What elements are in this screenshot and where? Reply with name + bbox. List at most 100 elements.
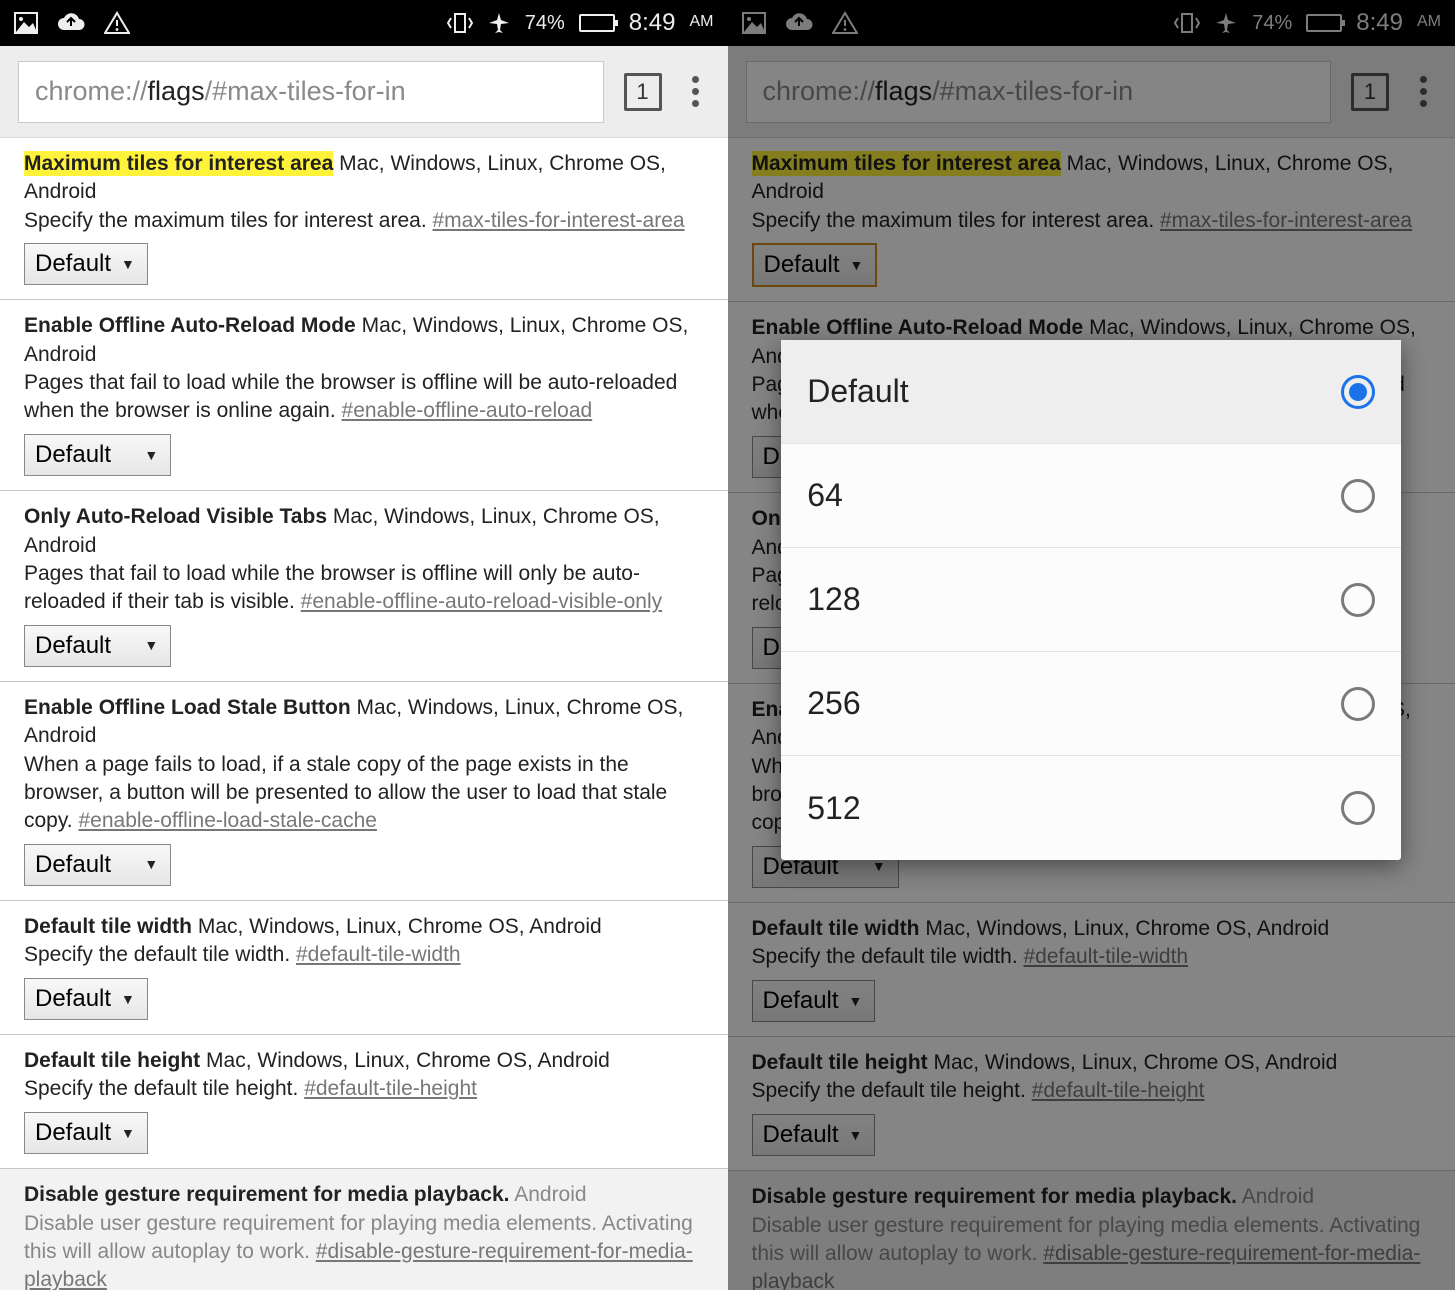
flag-select[interactable]: Default ▼ bbox=[24, 434, 171, 476]
flag-link[interactable]: #default-tile-width bbox=[296, 943, 461, 966]
dropdown-icon: ▼ bbox=[872, 857, 886, 876]
flag-select[interactable]: Default▼ bbox=[24, 978, 148, 1020]
dropdown-icon: ▼ bbox=[849, 992, 863, 1011]
flag-title: Only Auto-Reload Visible Tabs bbox=[24, 505, 327, 528]
flag-title: Default tile width bbox=[752, 917, 920, 940]
picture-icon bbox=[14, 12, 38, 34]
flags-list[interactable]: Maximum tiles for interest area Mac, Win… bbox=[0, 138, 728, 1290]
cloud-upload-icon bbox=[784, 12, 814, 34]
screenshot-left: 74% 8:49 AM chrome://flags/#max-tiles-fo… bbox=[0, 0, 728, 1290]
flag-tile-height: Default tile height Mac, Windows, Linux,… bbox=[728, 1037, 1455, 1171]
flag-link[interactable]: #default-tile-width bbox=[1024, 945, 1189, 968]
flag-description: Specify the maximum tiles for interest a… bbox=[752, 209, 1155, 232]
tab-switcher[interactable]: 1 bbox=[1351, 73, 1389, 111]
flag-link[interactable]: #enable-offline-load-stale-cache bbox=[78, 809, 376, 832]
airplane-icon bbox=[487, 11, 511, 35]
vibrate-icon bbox=[447, 11, 473, 35]
browser-toolbar: chrome://flags/#max-tiles-for-in 1 bbox=[728, 46, 1455, 138]
overflow-menu-icon[interactable] bbox=[682, 76, 710, 107]
dropdown-icon: ▼ bbox=[144, 636, 158, 655]
flag-tile-width: Default tile width Mac, Windows, Linux, … bbox=[0, 901, 728, 1035]
flag-title: Maximum tiles for interest area bbox=[24, 151, 333, 176]
dialog-option-64[interactable]: 64 bbox=[781, 444, 1401, 548]
flag-select-value: Default bbox=[763, 985, 839, 1017]
dropdown-icon: ▼ bbox=[121, 1124, 135, 1143]
flag-title: Default tile height bbox=[752, 1051, 928, 1074]
flag-link[interactable]: #max-tiles-for-interest-area bbox=[433, 209, 685, 232]
flag-select[interactable]: Default ▼ bbox=[24, 844, 171, 886]
flag-select[interactable]: Default▼ bbox=[752, 243, 878, 287]
warning-icon bbox=[104, 11, 130, 35]
flag-select[interactable]: Default ▼ bbox=[24, 625, 171, 667]
status-ampm: AM bbox=[690, 13, 714, 31]
airplane-icon bbox=[1214, 11, 1238, 35]
flag-platforms: Mac, Windows, Linux, Chrome OS, Android bbox=[206, 1049, 610, 1072]
flag-tile-width: Default tile width Mac, Windows, Linux, … bbox=[728, 903, 1455, 1037]
flag-select[interactable]: Default▼ bbox=[24, 243, 148, 285]
picture-icon bbox=[742, 12, 766, 34]
flag-select-value: Default bbox=[35, 849, 111, 881]
dialog-option-128[interactable]: 128 bbox=[781, 548, 1401, 652]
cloud-upload-icon bbox=[56, 12, 86, 34]
radio-icon bbox=[1341, 791, 1375, 825]
flag-link[interactable]: #enable-offline-auto-reload bbox=[342, 399, 593, 422]
flag-select-value: Default bbox=[35, 439, 111, 471]
flag-link[interactable]: #default-tile-height bbox=[304, 1077, 477, 1100]
flag-offline-stale: Enable Offline Load Stale Button Mac, Wi… bbox=[0, 682, 728, 901]
flag-platforms: Android bbox=[1242, 1185, 1314, 1208]
flag-select-value: Default bbox=[35, 983, 111, 1015]
dialog-option-label: 128 bbox=[807, 581, 860, 618]
flag-offline-auto-reload: Enable Offline Auto-Reload Mode Mac, Win… bbox=[0, 300, 728, 491]
overflow-menu-icon[interactable] bbox=[1409, 76, 1437, 107]
dialog-option-label: 512 bbox=[807, 790, 860, 827]
tab-switcher[interactable]: 1 bbox=[624, 73, 662, 111]
status-ampm: AM bbox=[1417, 13, 1441, 31]
url-suffix: /#max-tiles-for-in bbox=[932, 76, 1133, 107]
browser-toolbar: chrome://flags/#max-tiles-for-in 1 bbox=[0, 46, 728, 138]
flag-platforms: Mac, Windows, Linux, Chrome OS, Android bbox=[198, 915, 602, 938]
radio-icon bbox=[1341, 687, 1375, 721]
dialog-option-default[interactable]: Default bbox=[781, 340, 1401, 444]
omnibox[interactable]: chrome://flags/#max-tiles-for-in bbox=[18, 61, 604, 123]
flag-max-tiles: Maximum tiles for interest area Mac, Win… bbox=[0, 138, 728, 300]
dropdown-icon: ▼ bbox=[144, 446, 158, 465]
flag-platforms: Mac, Windows, Linux, Chrome OS, Android bbox=[934, 1051, 1338, 1074]
flag-title: Maximum tiles for interest area bbox=[752, 151, 1061, 176]
flag-select[interactable]: Default ▼ bbox=[24, 1112, 148, 1154]
flag-description: Specify the default tile width. bbox=[24, 943, 290, 966]
flag-select-value: Default bbox=[35, 1117, 111, 1149]
flag-link[interactable]: #default-tile-height bbox=[1032, 1079, 1205, 1102]
flag-auto-reload-visible: Only Auto-Reload Visible Tabs Mac, Windo… bbox=[0, 491, 728, 682]
url-suffix: /#max-tiles-for-in bbox=[205, 76, 406, 107]
omnibox[interactable]: chrome://flags/#max-tiles-for-in bbox=[746, 61, 1332, 123]
flag-platforms: Android bbox=[514, 1183, 586, 1206]
flag-tile-height: Default tile height Mac, Windows, Linux,… bbox=[0, 1035, 728, 1169]
flag-select-value: Default bbox=[35, 630, 111, 662]
select-dialog: Default 64 128 256 512 bbox=[781, 340, 1401, 860]
flag-title: Enable Offline Load Stale Button bbox=[24, 696, 351, 719]
flag-disable-gesture: Disable gesture requirement for media pl… bbox=[728, 1171, 1455, 1290]
radio-icon bbox=[1341, 479, 1375, 513]
flag-title: Default tile height bbox=[24, 1049, 200, 1072]
flag-description: Specify the default tile height. bbox=[24, 1077, 298, 1100]
flag-select[interactable]: Default▼ bbox=[752, 1114, 876, 1156]
flag-description: Specify the default tile width. bbox=[752, 945, 1018, 968]
flag-title: Enable Offline Auto-Reload Mode bbox=[24, 314, 356, 337]
url-bold: flags bbox=[148, 76, 205, 107]
flag-disable-gesture: Disable gesture requirement for media pl… bbox=[0, 1169, 728, 1290]
battery-icon bbox=[579, 14, 615, 32]
tab-count-label: 1 bbox=[1364, 79, 1376, 105]
flag-title: Disable gesture requirement for media pl… bbox=[752, 1185, 1238, 1208]
flag-title: Enable Offline Auto-Reload Mode bbox=[752, 316, 1084, 339]
dialog-option-512[interactable]: 512 bbox=[781, 756, 1401, 860]
status-time: 8:49 bbox=[629, 9, 676, 37]
flag-link[interactable]: #enable-offline-auto-reload-visible-only bbox=[301, 590, 663, 613]
dialog-option-256[interactable]: 256 bbox=[781, 652, 1401, 756]
flag-max-tiles: Maximum tiles for interest area Mac, Win… bbox=[728, 138, 1455, 302]
flag-select-value: Default bbox=[35, 248, 111, 280]
status-time: 8:49 bbox=[1356, 9, 1403, 37]
flag-link[interactable]: #max-tiles-for-interest-area bbox=[1160, 209, 1412, 232]
dropdown-icon: ▼ bbox=[849, 1126, 863, 1145]
flag-description: Specify the default tile height. bbox=[752, 1079, 1026, 1102]
flag-select[interactable]: Default ▼ bbox=[752, 980, 876, 1022]
